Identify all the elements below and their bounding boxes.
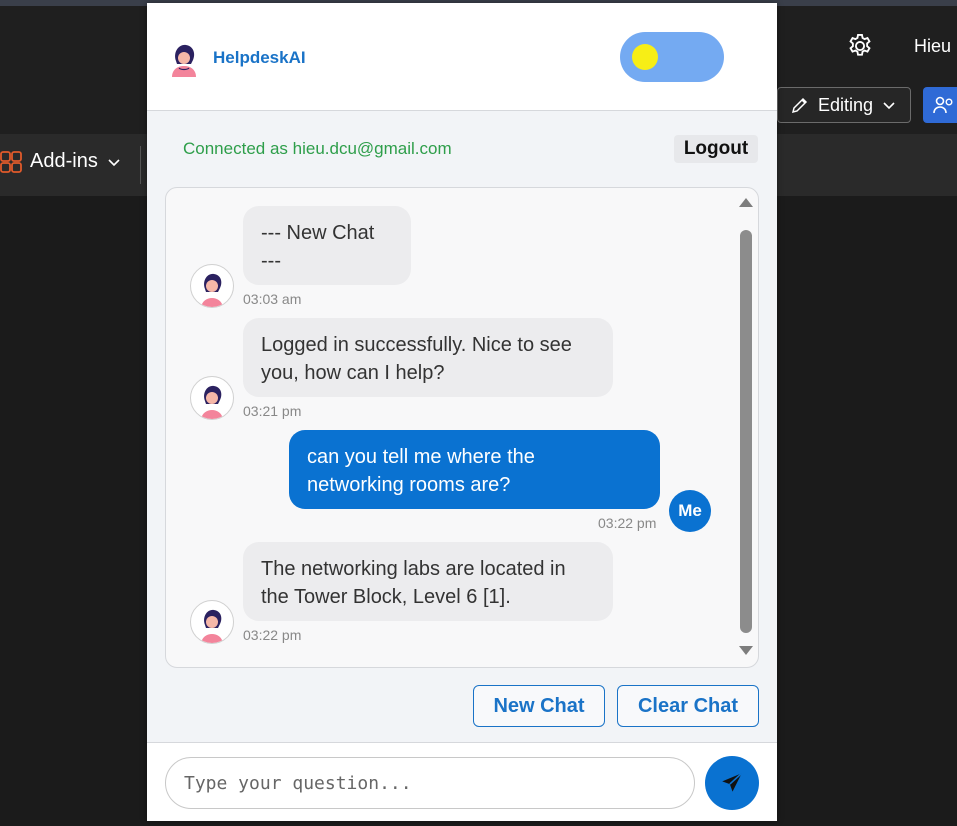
scrollbar-thumb[interactable]	[740, 230, 752, 633]
assistant-avatar-icon	[201, 273, 223, 307]
bot-avatar	[190, 264, 234, 308]
addins-label: Add-ins	[30, 150, 98, 172]
people-icon	[933, 96, 953, 114]
input-area	[147, 742, 777, 821]
message-time: 03:21 pm	[243, 403, 302, 419]
chat-messages[interactable]: --- New Chat --- 03:03 am Logged in succ…	[165, 187, 759, 668]
toggle-knob	[632, 44, 658, 70]
user-message: can you tell me where the networking roo…	[289, 430, 660, 509]
panel-header: HelpdeskAI	[147, 3, 777, 111]
message-time: 03:22 pm	[243, 627, 302, 643]
new-chat-button[interactable]: New Chat	[473, 685, 605, 727]
message-text-line: networking rooms are?	[307, 474, 511, 496]
connection-status: Connected as hieu.dcu@gmail.com	[183, 139, 452, 158]
message-text-line: can you tell me where the	[307, 446, 535, 468]
message-time: 03:22 pm	[598, 515, 657, 531]
bot-message: Logged in successfully. Nice to see you,…	[243, 318, 613, 397]
chevron-down-icon	[883, 102, 895, 110]
clear-chat-button[interactable]: Clear Chat	[617, 685, 759, 727]
theme-toggle[interactable]	[620, 32, 724, 82]
addins-menu[interactable]: Add-ins	[0, 150, 122, 173]
user-avatar: Me	[669, 490, 711, 532]
share-button[interactable]	[923, 87, 957, 123]
editing-label: Editing	[818, 94, 874, 115]
message-text-line: Logged in successfully. Nice to see	[261, 334, 572, 356]
assistant-logo-icon	[172, 44, 196, 77]
message-text-line: you, how can I help?	[261, 362, 445, 384]
editing-mode-button[interactable]: Editing	[777, 87, 911, 123]
message-text-line: --- New Chat	[261, 222, 375, 244]
logout-button[interactable]: Logout	[674, 135, 758, 163]
message-text-line: The networking labs are located in	[261, 558, 566, 580]
message-text-line: the Tower Block, Level 6 [1].	[261, 586, 511, 608]
gear-icon[interactable]	[846, 32, 874, 60]
scroll-up-arrow[interactable]	[739, 198, 753, 207]
assistant-avatar-icon	[201, 385, 223, 419]
send-button[interactable]	[705, 756, 759, 810]
message-time: 03:03 am	[243, 291, 302, 307]
grid-icon	[0, 150, 22, 173]
bot-message: The networking labs are located in the T…	[243, 542, 613, 621]
assistant-avatar-icon	[201, 609, 223, 643]
brand-name: HelpdeskAI	[213, 48, 306, 67]
helpdesk-chat-panel: HelpdeskAI Connected as hieu.dcu@gmail.c…	[147, 3, 777, 821]
pencil-icon	[791, 97, 808, 114]
bot-message: --- New Chat ---	[243, 206, 411, 285]
screen: Hieu Editing Add-ins HelpdeskAI Connecte…	[0, 0, 957, 826]
question-input[interactable]	[165, 757, 695, 809]
bot-avatar	[190, 600, 234, 644]
message-text-line: ---	[261, 250, 281, 272]
scroll-down-arrow[interactable]	[739, 646, 753, 655]
ribbon-divider	[140, 146, 141, 184]
chevron-down-icon	[108, 158, 120, 166]
paper-plane-icon	[722, 772, 743, 792]
bot-avatar	[190, 376, 234, 420]
user-name[interactable]: Hieu	[914, 36, 951, 57]
